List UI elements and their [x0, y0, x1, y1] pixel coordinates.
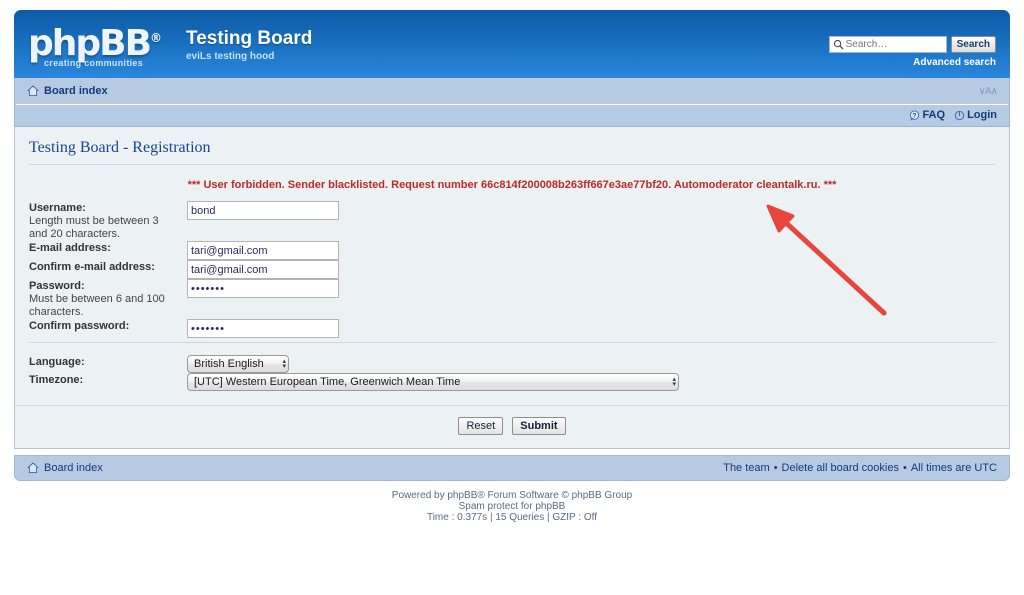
- faq-link[interactable]: ? FAQ: [909, 109, 945, 121]
- footer-board-index-link[interactable]: Board index: [44, 462, 103, 474]
- quicklinks-bar-inner: ? FAQ Login: [15, 104, 1009, 126]
- form-row-language: Language: British English ▴ ▾: [29, 355, 995, 373]
- password-field[interactable]: [187, 279, 339, 298]
- language-selected-value: British English: [194, 358, 264, 370]
- footer-separator: •: [902, 462, 907, 474]
- credits-line-3: Time : 0.377s | 15 Queries | GZIP : Off: [426, 512, 598, 523]
- font-size-changer[interactable]: ∨A∧: [979, 86, 999, 97]
- house-icon: [27, 85, 39, 97]
- footer-separator: •: [773, 462, 778, 474]
- spam-protect-link[interactable]: Spam protect for phpBB: [459, 501, 566, 512]
- board-title: Testing Board: [186, 28, 313, 49]
- login-label: Login: [967, 109, 997, 121]
- advanced-search-link[interactable]: Advanced search: [829, 57, 996, 68]
- breadcrumb-bar: Board index ∨A∧: [14, 78, 1010, 105]
- breadcrumb-board-index-link[interactable]: Board index: [44, 85, 108, 97]
- board-title-block: Testing Board eviLs testing hood: [186, 28, 312, 64]
- page-wrap: phpBB® creating communities Testing Boar…: [14, 0, 1010, 523]
- search-button[interactable]: Search: [950, 36, 996, 53]
- power-icon: [954, 110, 965, 120]
- registration-panel: Testing Board - Registration *** User fo…: [14, 127, 1010, 449]
- registered-mark-icon: ®: [150, 31, 163, 45]
- email-field[interactable]: [187, 241, 339, 260]
- language-select[interactable]: British English ▴ ▾: [187, 355, 289, 373]
- form-row-username: Username: Length must be between 3 and 2…: [29, 201, 995, 241]
- confirm-password-label: Confirm password:: [29, 320, 130, 332]
- credits-prefix: Powered by: [391, 490, 448, 501]
- registration-panel-inner: Testing Board - Registration *** User fo…: [15, 127, 1009, 405]
- faq-label: FAQ: [922, 109, 946, 121]
- board-subtitle: eviLs testing hood: [186, 51, 275, 62]
- preferences-form: Language: British English ▴ ▾ Timezone: …: [29, 355, 995, 391]
- form-row-confirm-password: Confirm password:: [29, 319, 995, 338]
- timezone-label: Timezone:: [29, 374, 84, 386]
- confirm-password-field[interactable]: [187, 319, 339, 338]
- question-bubble-icon: ?: [910, 110, 920, 120]
- phpbb-logo[interactable]: phpBB® creating communities: [28, 18, 178, 72]
- footer-credits: Powered by phpBB® Forum Software © phpBB…: [14, 481, 1010, 523]
- house-icon: [27, 462, 39, 474]
- search-input-wrapper[interactable]: [828, 36, 947, 53]
- breadcrumb: Board index: [27, 85, 108, 97]
- credits-line-2: Spam protect for phpBB: [14, 501, 1010, 512]
- search-input[interactable]: [845, 39, 944, 50]
- login-link[interactable]: Login: [954, 109, 997, 121]
- submit-button[interactable]: Submit: [512, 417, 566, 435]
- password-label: Password:: [29, 280, 85, 292]
- svg-text:?: ?: [913, 113, 917, 119]
- form-row-confirm-email: Confirm e-mail address:: [29, 260, 995, 279]
- credits-line-1: Powered by phpBB® Forum Software © phpBB…: [14, 490, 1010, 501]
- error-message: *** User forbidden. Sender blacklisted. …: [187, 179, 837, 191]
- username-field[interactable]: [187, 201, 339, 220]
- form-row-password: Password: Must be between 6 and 100 char…: [29, 279, 995, 319]
- all-times-utc-label: All times are UTC: [910, 462, 997, 474]
- footer-bar: Board index The team • Delete all board …: [14, 455, 1010, 481]
- footer-breadcrumb: Board index: [27, 462, 103, 474]
- language-label: Language:: [29, 356, 85, 368]
- reset-button[interactable]: Reset: [458, 417, 504, 435]
- confirm-email-field[interactable]: [187, 260, 339, 279]
- page-title: Testing Board - Registration: [29, 137, 995, 165]
- registration-form: Username: Length must be between 3 and 2…: [29, 201, 995, 338]
- username-label: Username:: [29, 202, 86, 214]
- confirm-email-label: Confirm e-mail address:: [29, 261, 155, 273]
- timezone-select[interactable]: [UTC] Western European Time, Greenwich M…: [187, 373, 679, 391]
- timezone-selected-value: [UTC] Western European Time, Greenwich M…: [194, 376, 461, 388]
- credits-suffix: ® Forum Software © phpBB Group: [477, 490, 633, 501]
- select-stepper-arrows-icon: ▴ ▾: [672, 376, 676, 388]
- form-section-divider: [29, 342, 995, 343]
- footer-links: The team • Delete all board cookies • Al…: [723, 462, 997, 474]
- search-icon: [833, 39, 843, 50]
- form-button-row: Reset Submit: [15, 405, 1009, 447]
- password-description: Must be between 6 and 100 characters.: [29, 293, 165, 318]
- quicklinks-bar: ? FAQ Login: [14, 104, 1010, 127]
- site-header: phpBB® creating communities Testing Boar…: [14, 10, 1010, 78]
- phpbb-registration-page: phpBB® creating communities Testing Boar…: [0, 0, 1024, 595]
- breadcrumb-bar-inner: Board index ∨A∧: [15, 78, 1009, 104]
- email-label: E-mail address:: [29, 242, 111, 254]
- navbar-divider: [16, 104, 1008, 105]
- delete-cookies-link[interactable]: Delete all board cookies: [782, 462, 899, 474]
- username-description: Length must be between 3 and 20 characte…: [29, 215, 159, 240]
- search-row: Search: [828, 36, 996, 53]
- phpbb-link[interactable]: phpBB: [447, 490, 477, 501]
- header-search-area: Search Advanced search: [828, 36, 996, 68]
- form-row-timezone: Timezone: [UTC] Western European Time, G…: [29, 373, 995, 391]
- the-team-link[interactable]: The team: [723, 462, 769, 474]
- select-stepper-arrows-icon: ▴ ▾: [282, 358, 286, 370]
- form-row-email: E-mail address:: [29, 241, 995, 260]
